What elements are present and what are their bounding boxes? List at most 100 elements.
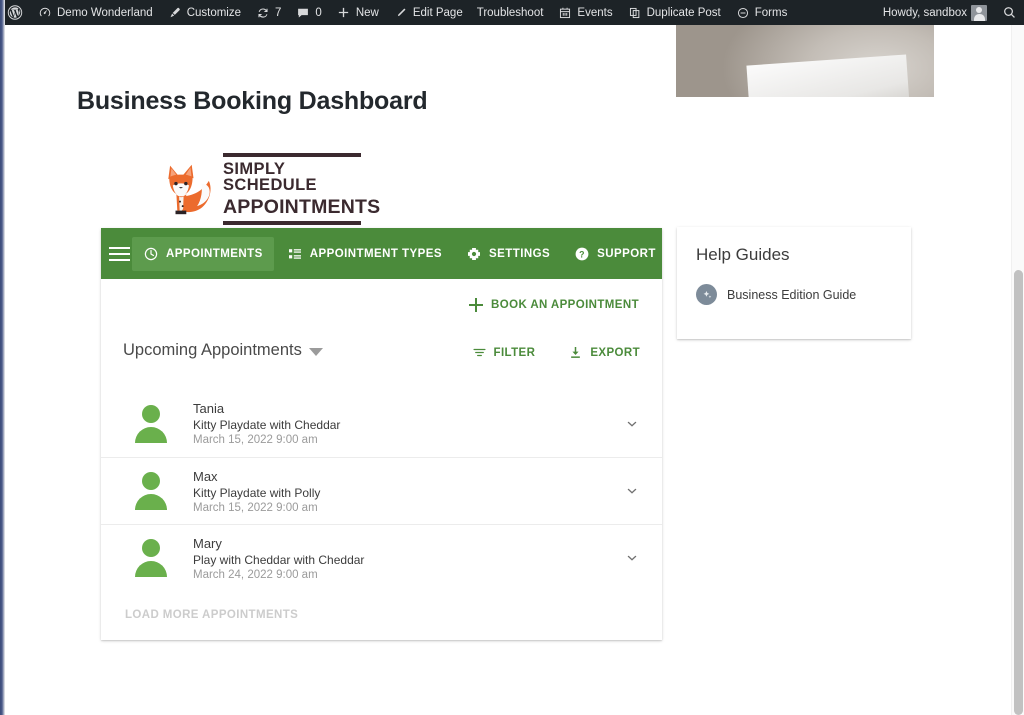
list-icon (287, 246, 303, 262)
admin-bar-item-site-name[interactable]: Demo Wonderland (30, 0, 160, 25)
tab-appointments-label: APPOINTMENTS (166, 247, 263, 260)
ssa-nav-bar: APPOINTMENTS APPOINTMENT TYPES SETTINGS … (101, 228, 662, 279)
plus-icon (336, 5, 352, 21)
page-content: Business Booking Dashboard SIMPLY SCHEDU… (5, 25, 1011, 715)
filter-icon (472, 345, 487, 360)
table-row[interactable]: Mary Play with Cheddar with Cheddar Marc… (101, 524, 662, 591)
hero-photo (676, 25, 934, 97)
plus-icon (469, 298, 484, 312)
business-edition-guide-label: Business Edition Guide (727, 287, 857, 302)
admin-bar-troubleshoot-label: Troubleshoot (476, 6, 544, 19)
page-title: Business Booking Dashboard (77, 87, 428, 115)
calendar-icon (557, 5, 573, 21)
load-more-appointments-button[interactable]: LOAD MORE APPOINTMENTS (125, 609, 298, 621)
admin-bar-item-forms[interactable]: Forms (728, 0, 795, 25)
person-avatar-icon (129, 535, 175, 581)
export-label: EXPORT (590, 346, 640, 359)
appointment-time: March 15, 2022 9:00 am (193, 501, 318, 514)
admin-bar-item-duplicate-post[interactable]: Duplicate Post (620, 0, 728, 25)
simply-schedule-appointments-logo: SIMPLY SCHEDULE APPOINTMENTS (162, 152, 380, 226)
chevron-down-icon[interactable] (624, 483, 640, 499)
admin-bar-item-troubleshoot[interactable]: Troubleshoot (470, 0, 551, 25)
admin-bar-comments-count: 0 (315, 6, 322, 19)
filter-button[interactable]: FILTER (472, 345, 536, 360)
admin-bar-item-updates[interactable]: 7 (248, 0, 288, 25)
appointment-details: Mary Play with Cheddar with Cheddar Marc… (193, 536, 624, 581)
appointment-type: Play with Cheddar with Cheddar (193, 552, 365, 567)
scrollbar-thumb[interactable] (1014, 270, 1023, 715)
appointment-list: Tania Kitty Playdate with Cheddar March … (101, 390, 662, 591)
search-icon (1001, 5, 1017, 21)
business-edition-guide-link[interactable]: Business Edition Guide (696, 284, 892, 305)
caret-down-icon (308, 348, 323, 356)
question-circle-icon: ? (574, 246, 590, 262)
admin-bar-item-customize[interactable]: Customize (160, 0, 248, 25)
comment-bubble-icon (295, 5, 311, 21)
copy-icon (627, 5, 643, 21)
scrollbar[interactable] (1011, 25, 1024, 715)
avatar (971, 4, 987, 21)
ssa-card-body: BOOK AN APPOINTMENT Upcoming Appointment… (101, 279, 662, 640)
tab-appointments[interactable]: APPOINTMENTS (132, 236, 274, 271)
table-row[interactable]: Tania Kitty Playdate with Cheddar March … (101, 390, 662, 457)
appointment-customer-name: Mary (193, 535, 222, 551)
tab-appointment-types-label: APPOINTMENT TYPES (309, 247, 443, 260)
clock-icon (143, 246, 159, 262)
appointment-type: Kitty Playdate with Cheddar (193, 418, 341, 432)
admin-bar-item-events[interactable]: Events (550, 0, 619, 25)
table-row[interactable]: Max Kitty Playdate with Polly March 15, … (101, 457, 662, 524)
appointment-details: Max Kitty Playdate with Polly March 15, … (193, 469, 624, 514)
admin-bar-search-button[interactable] (994, 0, 1024, 25)
chevron-down-icon[interactable] (624, 416, 640, 432)
logo-wordmark-line2: APPOINTMENTS (223, 195, 381, 218)
upcoming-appointments-label: Upcoming Appointments (123, 341, 302, 359)
admin-bar-site-name-label: Demo Wonderland (57, 6, 153, 19)
admin-bar-new-label: New (355, 6, 379, 19)
tab-support[interactable]: ? SUPPORT (563, 237, 667, 271)
admin-bar-item-new[interactable]: New (329, 0, 386, 25)
hamburger-icon[interactable] (109, 234, 130, 274)
appointment-customer-name: Max (193, 468, 218, 484)
logo-rule-bottom (223, 221, 361, 226)
appointment-type: Kitty Playdate with Polly (193, 485, 321, 500)
logo-rule-top (223, 152, 361, 157)
svg-text:?: ? (579, 249, 585, 259)
paintbrush-icon (167, 5, 183, 21)
gear-icon (466, 246, 482, 262)
wordpress-logo-icon (7, 5, 23, 21)
admin-bar-forms-label: Forms (754, 6, 788, 19)
ssa-dashboard-card: APPOINTMENTS APPOINTMENT TYPES SETTINGS … (101, 228, 662, 640)
logo-wordmark: SIMPLY SCHEDULE APPOINTMENTS (223, 152, 381, 226)
help-guides-card: Help Guides Business Edition Guide (677, 227, 911, 339)
book-an-appointment-label: BOOK AN APPOINTMENT (491, 299, 639, 311)
help-guides-title: Help Guides (696, 245, 790, 264)
tab-settings-label: SETTINGS (489, 247, 551, 260)
person-avatar-icon (129, 401, 175, 447)
fox-icon (168, 164, 211, 215)
admin-bar-my-account[interactable]: Howdy, sandbox (876, 0, 994, 25)
updates-icon (255, 5, 271, 21)
wp-admin-bar: Demo Wonderland Customize 7 0 New Edit P… (0, 0, 1024, 25)
filter-label: FILTER (493, 346, 536, 359)
upcoming-appointments-dropdown[interactable]: Upcoming Appointments (123, 341, 323, 360)
admin-bar-duplicate-post-label: Duplicate Post (646, 6, 721, 19)
logo-wordmark-line1: SIMPLY SCHEDULE (223, 159, 317, 195)
tab-settings[interactable]: SETTINGS (455, 237, 561, 271)
admin-bar-edit-page-label: Edit Page (412, 6, 463, 19)
tab-support-label: SUPPORT (597, 247, 656, 260)
appointment-details: Tania Kitty Playdate with Cheddar March … (193, 401, 624, 446)
appointment-time: March 24, 2022 9:00 am (193, 568, 318, 581)
admin-bar-customize-label: Customize (186, 6, 242, 19)
admin-bar-item-edit-page[interactable]: Edit Page (386, 0, 470, 25)
browser-left-edge (0, 0, 5, 715)
book-an-appointment-button[interactable]: BOOK AN APPOINTMENT (469, 298, 639, 312)
chevron-down-icon[interactable] (624, 550, 640, 566)
admin-bar-item-comments[interactable]: 0 (288, 0, 328, 25)
admin-bar-howdy-label: Howdy, sandbox (882, 6, 967, 19)
guide-badge-icon (696, 284, 717, 305)
appointment-customer-name: Tania (193, 401, 225, 416)
download-icon (568, 345, 583, 360)
export-button[interactable]: EXPORT (568, 345, 640, 360)
tab-appointment-types[interactable]: APPOINTMENT TYPES (276, 237, 453, 271)
pencil-icon (393, 5, 409, 21)
